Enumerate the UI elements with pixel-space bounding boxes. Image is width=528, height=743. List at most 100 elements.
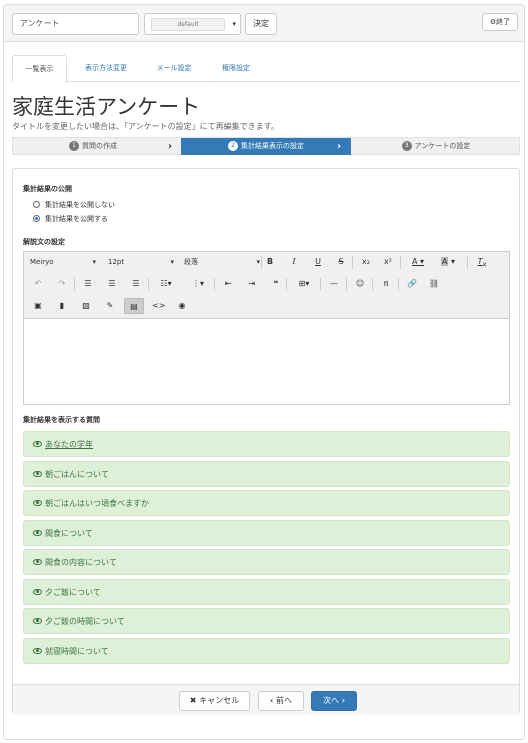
preview-eye-icon[interactable]: ◉ (176, 300, 188, 312)
toolbar-divider (400, 256, 401, 269)
step-2-label: 集計結果表示の設定 (241, 142, 304, 150)
caret-down-icon: ▾ (232, 20, 236, 28)
numbered-list-icon[interactable]: ⋮▾ (188, 278, 208, 290)
settings-panel: 集計結果の公開 集計結果を公開しない 集計結果を公開する 解説文の設定 Meir… (12, 168, 520, 715)
subscript-icon[interactable]: x₂ (360, 256, 372, 268)
indent-icon[interactable]: ⇥ (246, 278, 258, 290)
eye-icon (33, 500, 42, 506)
toolbar-divider (372, 278, 373, 291)
tab-mail-settings[interactable]: メール設定 (146, 55, 202, 82)
prev-button-label: 前へ (276, 696, 293, 705)
toolbar-divider (320, 278, 321, 291)
highlight-color-icon[interactable]: A ▾ (436, 256, 460, 268)
redo-icon[interactable]: ↷ (56, 278, 68, 290)
app-frame: アンケート default ▾ 決定 ⚙終了 一覧表示 表示方法変更 メール設定… (3, 4, 525, 740)
editor-content-area[interactable] (24, 319, 509, 381)
radio-circle-selected (33, 215, 40, 222)
publish-heading: 集計結果の公開 (23, 185, 72, 193)
unlink-icon[interactable]: ⛓ (428, 278, 440, 290)
eye-icon (33, 530, 42, 536)
question-item[interactable]: 間食の内容について (23, 549, 510, 575)
tab-list-view[interactable]: 一覧表示 (12, 55, 67, 83)
prev-button[interactable]: ‹ 前へ (258, 691, 304, 711)
step-3-number: 3 (401, 141, 412, 151)
decide-button[interactable]: 決定 (245, 13, 277, 35)
tab-display-method[interactable]: 表示方法変更 (73, 55, 139, 82)
underline-icon[interactable]: U (312, 256, 324, 268)
toolbar-divider (74, 278, 75, 291)
paste-text-icon[interactable]: ▤ (124, 298, 144, 314)
source-code-icon[interactable]: <> (152, 300, 165, 312)
chevron-right-icon: › (337, 141, 342, 152)
question-label: 夕ご飯について (45, 588, 101, 597)
caret-down-icon: ▾ (92, 258, 96, 266)
text-color-icon[interactable]: A ▾ (408, 256, 428, 268)
question-item[interactable]: 間食について (23, 520, 510, 546)
blockquote-icon[interactable]: ❝ (270, 278, 282, 290)
font-size-value: 12pt (108, 258, 125, 266)
next-button[interactable]: 次へ › (311, 691, 357, 711)
emoji-icon[interactable]: ☺ (354, 278, 366, 290)
question-item[interactable]: 朝ごはんについて (23, 461, 510, 487)
undo-icon[interactable]: ↶ (32, 278, 44, 290)
style-select[interactable]: default ▾ (144, 13, 241, 35)
end-button[interactable]: ⚙終了 (482, 13, 518, 31)
eye-icon (33, 471, 42, 477)
strikethrough-icon[interactable]: S (335, 256, 347, 268)
toolbar-divider (214, 278, 215, 291)
radio-not-publish[interactable]: 集計結果を公開しない (33, 200, 115, 210)
toolbar-divider (286, 278, 287, 291)
align-center-icon[interactable]: ☰ (106, 278, 118, 290)
question-item[interactable]: 夕ご飯の時間について (23, 608, 510, 634)
attachment-icon[interactable]: ✎ (104, 300, 116, 312)
toolbar-divider (148, 278, 149, 291)
image-icon[interactable]: ▨ (80, 300, 92, 312)
question-label: 間食の内容について (45, 558, 117, 567)
horizontal-rule-icon[interactable]: — (328, 278, 340, 290)
font-size-select[interactable]: 12pt ▾ (108, 256, 174, 268)
link-icon[interactable]: 🔗 (406, 278, 418, 290)
outdent-icon[interactable]: ⇤ (222, 278, 234, 290)
cancel-button[interactable]: ✖ キャンセル (179, 691, 250, 711)
media-icon[interactable]: ▣ (32, 300, 44, 312)
eye-icon (33, 559, 42, 565)
question-item[interactable]: 朝ごはんはいつ頃食べますか (23, 490, 510, 516)
bullet-list-icon[interactable]: ☷▾ (156, 278, 176, 290)
question-label: あなたの学年 (45, 440, 93, 449)
align-left-icon[interactable]: ☰ (82, 278, 94, 290)
page-title: 家庭生活アンケート (12, 95, 201, 119)
file-icon[interactable]: ▮ (56, 300, 68, 312)
step-progress: 1 質問の作成 › 2 集計結果表示の設定 › 3 アンケートの設定 (12, 137, 520, 155)
format-select[interactable]: 段落 ▾ (184, 256, 260, 268)
step-3-label: アンケートの設定 (414, 142, 471, 150)
tab-permissions[interactable]: 権限設定 (211, 55, 261, 82)
rich-text-editor: Meiryo ▾ 12pt ▾ 段落 ▾ B I U S x₂ x² A ▾ A ▾ … (23, 251, 510, 486)
title-input[interactable]: アンケート (12, 13, 139, 35)
question-label: 就寝時間について (45, 647, 109, 656)
chevron-right-icon: › (168, 141, 173, 152)
panel-footer: ✖ キャンセル ‹ 前へ 次へ › (13, 684, 519, 715)
math-pi-icon[interactable]: π (380, 278, 392, 290)
radio-not-publish-label: 集計結果を公開しない (45, 201, 115, 209)
question-label: 朝ごはんについて (45, 470, 109, 479)
superscript-icon[interactable]: x² (382, 256, 394, 268)
align-right-icon[interactable]: ☰ (130, 278, 142, 290)
eye-icon (33, 648, 42, 654)
caret-down-icon: ▾ (170, 258, 174, 266)
question-item[interactable]: 夕ご飯について (23, 579, 510, 605)
italic-icon[interactable]: I (288, 256, 300, 268)
question-item[interactable]: 就寝時間について (23, 638, 510, 664)
font-select[interactable]: Meiryo ▾ (30, 256, 96, 268)
chevron-right-icon: › (338, 696, 346, 705)
clear-format-icon[interactable]: Tx (476, 256, 488, 269)
table-icon[interactable]: ⊞▾ (294, 278, 314, 290)
bold-icon[interactable]: B (264, 256, 276, 268)
format-select-value: 段落 (184, 258, 198, 266)
question-label: 間食について (45, 529, 93, 538)
question-item[interactable]: あなたの学年 (23, 431, 510, 457)
close-icon: ✖ (189, 696, 200, 705)
radio-publish[interactable]: 集計結果を公開する (33, 214, 108, 224)
questions-heading: 集計結果を表示する質問 (23, 416, 100, 424)
radio-circle (33, 201, 40, 208)
eye-icon (33, 618, 42, 624)
